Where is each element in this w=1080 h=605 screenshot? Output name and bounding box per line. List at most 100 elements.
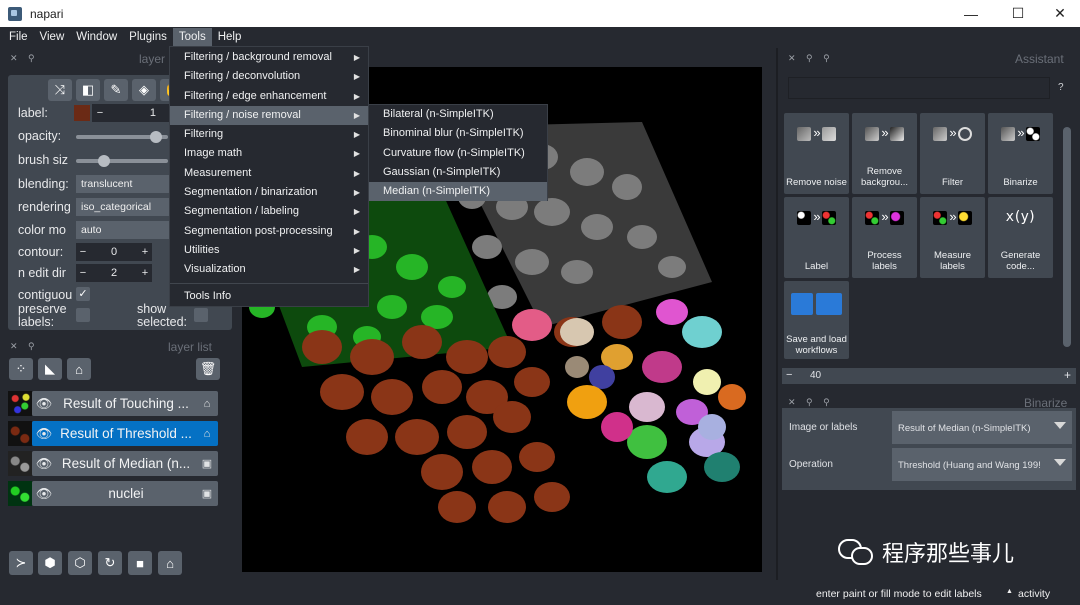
assistant-scrollbar[interactable] bbox=[1063, 127, 1071, 347]
menu-window[interactable]: Window bbox=[70, 28, 123, 47]
fill-bucket-icon[interactable]: ◈ bbox=[132, 79, 156, 101]
visibility-eye-icon[interactable]: 👁 bbox=[32, 396, 56, 412]
tile-filter[interactable]: » Filter bbox=[920, 113, 985, 194]
submenu-arrow-icon: ▶ bbox=[353, 91, 360, 101]
submenu-item-curvature-flow[interactable]: Curvature flow (n-SimpleITK) bbox=[369, 144, 547, 163]
dock-handle-icons[interactable]: ✕ ⚲ bbox=[10, 53, 39, 64]
operation-select[interactable]: Threshold (Huang and Wang 199! bbox=[892, 448, 1072, 481]
visibility-eye-icon[interactable]: 👁 bbox=[32, 426, 56, 442]
menu-item-binarization[interactable]: Segmentation / binarization ▶ bbox=[170, 183, 368, 202]
color-mode-select[interactable]: auto bbox=[76, 221, 170, 239]
activity-arrow-icon[interactable]: ▲ bbox=[1006, 588, 1013, 595]
shuffle-colors-icon[interactable]: ⤨ bbox=[48, 79, 72, 101]
submenu-arrow-icon: ▶ bbox=[353, 168, 360, 178]
layer-row-nuclei[interactable]: 👁 nuclei ▣ bbox=[32, 481, 218, 506]
opacity-slider-handle[interactable] bbox=[150, 131, 162, 143]
tile-binarize[interactable]: » Binarize bbox=[988, 113, 1053, 194]
paint-brush-icon[interactable]: ✎ bbox=[104, 79, 128, 101]
submenu-arrow-icon: ▶ bbox=[353, 245, 360, 255]
layer-row-threshold[interactable]: 👁 Result of Threshold ... ⌂ bbox=[32, 421, 218, 446]
grid-toggle-icon[interactable]: ■ bbox=[128, 551, 152, 575]
menu-item-background-removal[interactable]: Filtering / background removal ▶ bbox=[170, 48, 368, 67]
contour-increment[interactable]: + bbox=[138, 246, 152, 258]
menu-item-filtering[interactable]: Filtering ▶ bbox=[170, 125, 368, 144]
new-points-layer-icon[interactable]: ⁘ bbox=[9, 358, 33, 380]
preserve-labels-label: preserve labels: bbox=[18, 303, 67, 329]
menu-plugins[interactable]: Plugins bbox=[123, 28, 173, 47]
dock-splitter[interactable] bbox=[776, 48, 778, 580]
menu-view[interactable]: View bbox=[34, 28, 71, 47]
tile-save-load-workflows[interactable]: Save and load workflows bbox=[784, 281, 849, 359]
new-labels-layer-icon[interactable]: ⌂ bbox=[67, 358, 91, 380]
submenu-item-bilateral[interactable]: Bilateral (n-SimpleITK) bbox=[369, 105, 547, 124]
assistant-search-input[interactable] bbox=[788, 77, 1050, 99]
assistant-help-button[interactable]: ? bbox=[1058, 82, 1064, 93]
tile-measure-labels[interactable]: » Measure labels bbox=[920, 197, 985, 278]
console-icon[interactable]: ≻ bbox=[9, 551, 33, 575]
submenu-item-median[interactable]: Median (n-SimpleITK) bbox=[369, 182, 547, 202]
menu-item-image-math[interactable]: Image math ▶ bbox=[170, 144, 368, 163]
tile-process-labels[interactable]: » Process labels bbox=[852, 197, 917, 278]
zoom-decrement[interactable]: − bbox=[786, 369, 792, 381]
noise-removal-submenu: Bilateral (n-SimpleITK) Binominal blur (… bbox=[368, 104, 548, 202]
contiguous-checkbox[interactable]: ✓ bbox=[76, 287, 90, 301]
submenu-item-binominal-blur[interactable]: Binominal blur (n-SimpleITK) bbox=[369, 124, 547, 143]
menu-item-edge-enhancement[interactable]: Filtering / edge enhancement ▶ bbox=[170, 87, 368, 106]
binarize-icon: » bbox=[988, 125, 1053, 141]
menu-item-labeling[interactable]: Segmentation / labeling ▶ bbox=[170, 202, 368, 221]
edit-dims-decrement[interactable]: − bbox=[76, 267, 90, 279]
submenu-arrow-icon: ▶ bbox=[353, 265, 360, 275]
binarize-handle-icons[interactable]: ✕ ⚲ ⚲ bbox=[788, 397, 834, 408]
layer-row-median[interactable]: 👁 Result of Median (n... ▣ bbox=[32, 451, 218, 476]
activity-button[interactable]: activity bbox=[1018, 588, 1050, 600]
home-icon[interactable]: ⌂ bbox=[158, 551, 182, 575]
minimize-button[interactable]: — bbox=[948, 0, 994, 27]
edit-dims-spinbox[interactable]: − 2 + bbox=[76, 264, 152, 282]
transpose-icon[interactable]: ↻ bbox=[98, 551, 122, 575]
ndisplay-3d-icon[interactable]: ⬢ bbox=[38, 551, 62, 575]
layer-list-handle-icons[interactable]: ✕ ⚲ bbox=[10, 341, 39, 352]
menu-item-deconvolution[interactable]: Filtering / deconvolution ▶ bbox=[170, 67, 368, 86]
preserve-labels-checkbox[interactable] bbox=[76, 308, 90, 322]
tile-label[interactable]: » Label bbox=[784, 197, 849, 278]
label-decrement[interactable]: − bbox=[92, 107, 108, 119]
erase-icon[interactable]: ◧ bbox=[76, 79, 100, 101]
tile-remove-noise[interactable]: » Remove noise bbox=[784, 113, 849, 194]
menu-tools[interactable]: Tools bbox=[172, 28, 212, 47]
tile-generate-code[interactable]: x(y) Generate code... bbox=[988, 197, 1053, 278]
label-label: label: bbox=[18, 106, 48, 120]
menu-item-noise-removal[interactable]: Filtering / noise removal ▶ bbox=[170, 105, 368, 126]
assistant-zoom-slider[interactable]: − 40 + bbox=[782, 368, 1076, 384]
edit-dims-increment[interactable]: + bbox=[138, 267, 152, 279]
zoom-increment[interactable]: + bbox=[1064, 368, 1071, 382]
tile-remove-background[interactable]: » Remove backgrou... bbox=[852, 113, 917, 194]
blending-select[interactable]: translucent bbox=[76, 175, 170, 193]
assistant-handle-icons[interactable]: ✕ ⚲ ⚲ bbox=[788, 53, 834, 64]
visibility-eye-icon[interactable]: 👁 bbox=[32, 486, 56, 502]
delete-layer-icon[interactable]: 🗑 bbox=[196, 358, 220, 380]
new-shapes-layer-icon[interactable]: ◣ bbox=[38, 358, 62, 380]
brush-size-slider-handle[interactable] bbox=[98, 155, 110, 167]
image-icon: ▣ bbox=[201, 488, 213, 500]
label-spinbox[interactable]: − 1 bbox=[92, 104, 170, 122]
maximize-button[interactable]: ☐ bbox=[995, 0, 1041, 27]
contour-spinbox[interactable]: − 0 + bbox=[76, 243, 152, 261]
close-button[interactable]: ✕ bbox=[1037, 0, 1080, 27]
roll-dims-icon[interactable]: ⬡ bbox=[68, 551, 92, 575]
image-or-labels-select[interactable]: Result of Median (n-SimpleITK) bbox=[892, 411, 1072, 444]
menu-item-utilities[interactable]: Utilities ▶ bbox=[170, 241, 368, 260]
show-selected-checkbox[interactable] bbox=[194, 308, 208, 322]
rendering-select[interactable]: iso_categorical bbox=[76, 198, 170, 216]
visibility-eye-icon[interactable]: 👁 bbox=[32, 456, 56, 472]
menu-help[interactable]: Help bbox=[212, 28, 248, 47]
menu-item-tools-info[interactable]: Tools Info bbox=[170, 287, 368, 306]
brush-size-slider[interactable] bbox=[76, 159, 168, 163]
contour-decrement[interactable]: − bbox=[76, 246, 90, 258]
layer-controls-title: layer bbox=[139, 52, 166, 66]
menu-item-post-processing[interactable]: Segmentation post-processing ▶ bbox=[170, 222, 368, 241]
menu-item-measurement[interactable]: Measurement ▶ bbox=[170, 164, 368, 183]
menu-file[interactable]: File bbox=[3, 28, 34, 47]
submenu-item-gaussian[interactable]: Gaussian (n-SimpleITK) bbox=[369, 163, 547, 182]
menu-item-visualization[interactable]: Visualization ▶ bbox=[170, 260, 368, 279]
layer-row-touching[interactable]: 👁 Result of Touching ... ⌂ bbox=[32, 391, 218, 416]
